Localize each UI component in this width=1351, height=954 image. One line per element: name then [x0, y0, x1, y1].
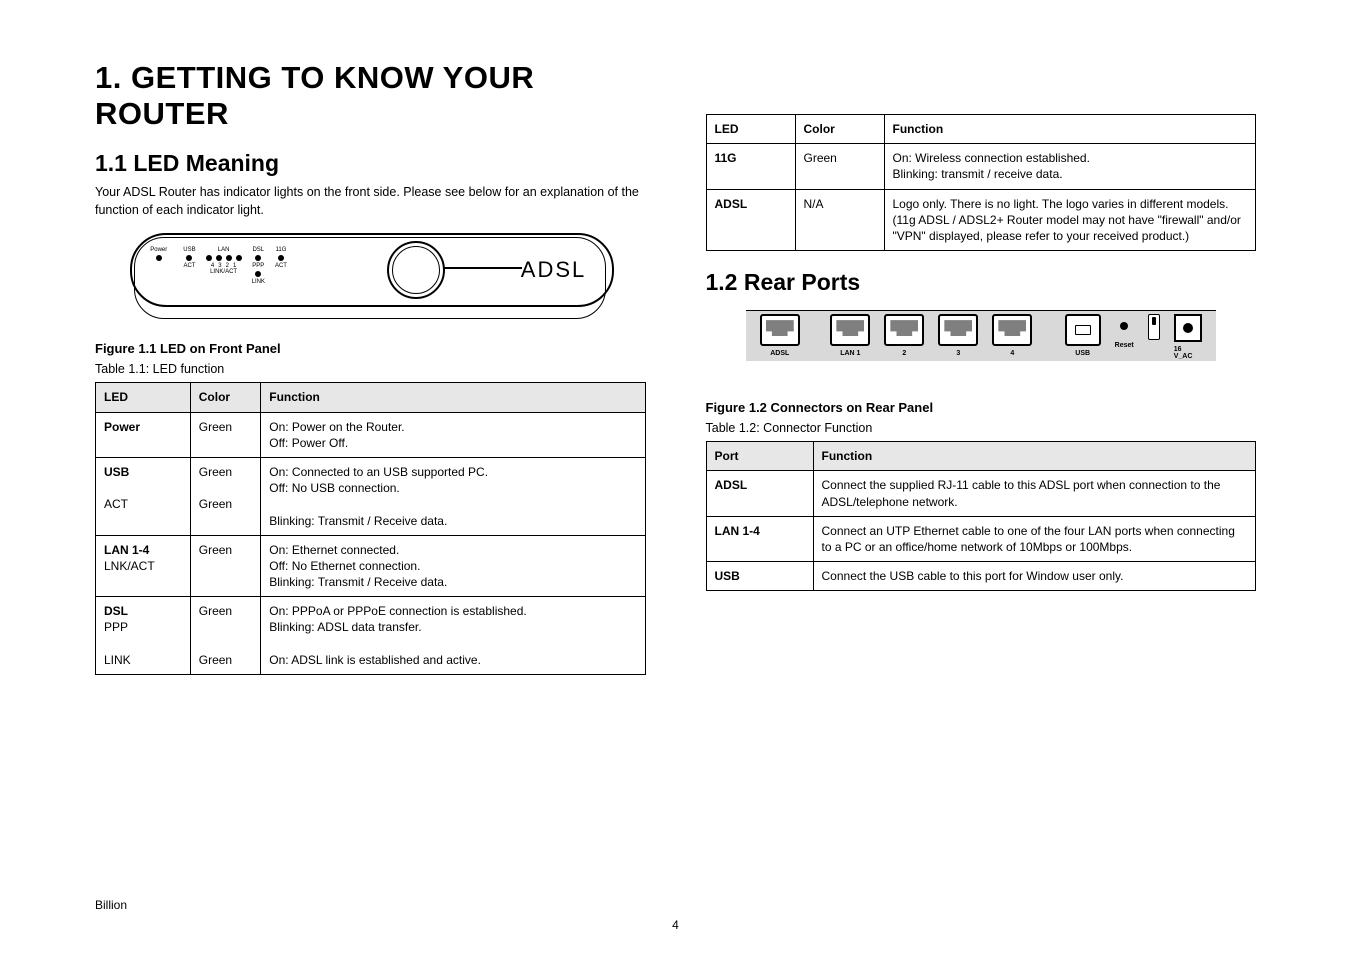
rear-port-table: Port Function ADSL Connect the supplied … — [706, 441, 1257, 591]
front-label-linkact: LINK/ACT — [210, 269, 237, 275]
front-brand-text: ADSL — [521, 257, 586, 283]
front-label-dsl: DSL — [252, 247, 264, 253]
power-led-icon — [156, 255, 162, 261]
front-label-11g-act: ACT — [275, 263, 287, 269]
rear-label-power: 16 V_AC — [1174, 346, 1202, 360]
dsl-ppp-led-icon — [255, 255, 261, 261]
front-label-11g: 11G — [276, 247, 287, 253]
front-label-ppp: PPP — [252, 263, 264, 269]
front-label-usb: USB — [183, 247, 195, 253]
table-row: 11G Green On: Wireless connection establ… — [706, 144, 1256, 189]
led-th-led: LED — [96, 383, 191, 412]
front-figure-caption: Figure 1.1 LED on Front Panel — [95, 341, 646, 356]
rear-label-reset: Reset — [1115, 342, 1134, 349]
table-row: ADSL N/A Logo only. There is no light. T… — [706, 189, 1256, 251]
rear-th-fn: Function — [813, 442, 1256, 471]
lan3-led-icon — [216, 255, 222, 261]
front-label-link: LINK — [252, 279, 265, 285]
rear-th-port: Port — [706, 442, 813, 471]
lan4-led-icon — [206, 255, 212, 261]
table-row: USB Connect the USB cable to this port f… — [706, 562, 1256, 591]
table-row: LAN 1-4 LNK/ACT Green On: Ethernet conne… — [96, 535, 646, 597]
rear-panel-illustration: ADSL LAN 1 2 3 — [746, 306, 1216, 386]
front-label-power: Power — [150, 247, 167, 253]
dc-jack-icon — [1174, 314, 1202, 342]
lan1-led-icon — [236, 255, 242, 261]
rear-label-lan2: 2 — [902, 350, 906, 357]
reset-button-icon — [1120, 322, 1128, 330]
led-th-color: Color — [190, 383, 260, 412]
lan2-led-icon — [226, 255, 232, 261]
rear-table-intro: Table 1.2: Connector Function — [706, 419, 1257, 437]
table-row: DSL PPP LINK Green Green On: PPPoA or PP… — [96, 597, 646, 675]
led-table-right: LED Color Function 11G Green On: Wireles… — [706, 114, 1257, 251]
table-row: LED Color Function — [706, 115, 1256, 144]
rear-label-lan4: 4 — [1010, 350, 1014, 357]
led-table-left: LED Color Function Power Green On: Power… — [95, 382, 646, 675]
front-panel-illustration: Power USB ACT LAN — [130, 233, 610, 323]
dsl-link-led-icon — [255, 271, 261, 277]
table-row: Power Green On: Power on the Router. Off… — [96, 412, 646, 457]
rear-label-usb: USB — [1075, 350, 1090, 357]
lan1-port-icon — [830, 314, 870, 346]
page-title: 1. GETTING TO KNOW YOUR ROUTER — [95, 60, 646, 132]
adsl-port-icon — [760, 314, 800, 346]
front-label-usb-act: ACT — [183, 263, 195, 269]
rear-label-adsl: ADSL — [770, 350, 789, 357]
table-row: LAN 1-4 Connect an UTP Ethernet cable to… — [706, 516, 1256, 561]
power-switch-icon — [1148, 314, 1160, 340]
lan2-port-icon — [884, 314, 924, 346]
footer-brand: Billion — [95, 898, 127, 912]
table-intro-text: Table 1.1: LED function — [95, 360, 646, 378]
usb-led-icon — [186, 255, 192, 261]
wifi-led-icon — [278, 255, 284, 261]
footer-page-number: 4 — [0, 918, 1351, 932]
section-heading-rear: 1.2 Rear Ports — [706, 269, 1257, 296]
led-intro-text: Your ADSL Router has indicator lights on… — [95, 183, 646, 219]
lan3-port-icon — [938, 314, 978, 346]
usb-port-icon — [1065, 314, 1101, 346]
section-heading-leds: 1.1 LED Meaning — [95, 150, 646, 177]
front-brand-line-icon — [444, 267, 522, 269]
table-row: ADSL Connect the supplied RJ-11 cable to… — [706, 471, 1256, 516]
rear-label-lan3: 3 — [956, 350, 960, 357]
rear-label-lan1: LAN 1 — [840, 350, 860, 357]
table-row: USB ACT Green Green On: Connected to an … — [96, 457, 646, 535]
led-th-fn: Function — [261, 383, 645, 412]
lan4-port-icon — [992, 314, 1032, 346]
rear-figure-caption: Figure 1.2 Connectors on Rear Panel — [706, 400, 1257, 415]
